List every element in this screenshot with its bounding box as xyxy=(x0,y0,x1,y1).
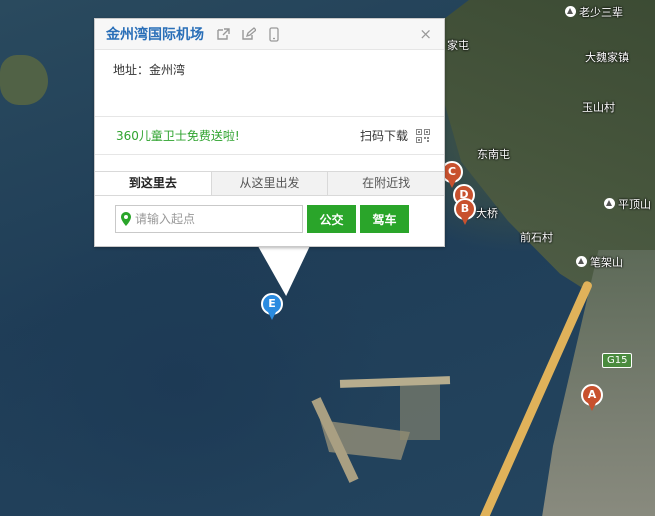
info-popup: 金州湾国际机场 × 地址：金州湾 360儿童卫士免费送啦! 扫码下载 到这里去 … xyxy=(94,18,445,247)
place-title[interactable]: 金州湾国际机场 xyxy=(106,24,204,44)
edit-icon[interactable] xyxy=(241,27,256,42)
map-label-poi[interactable]: 老少三辈 xyxy=(565,4,623,20)
highway-shield: G15 xyxy=(602,353,633,368)
mountain-icon xyxy=(565,6,576,17)
address-text: 地址：金州湾 xyxy=(113,63,186,77)
popup-header: 金州湾国际机场 × xyxy=(95,19,444,50)
location-pin-icon xyxy=(121,212,131,226)
tab-start-from-here[interactable]: 从这里出发 xyxy=(210,172,328,195)
route-tabs: 到这里去 从这里出发 在附近找 xyxy=(95,171,445,196)
qr-download-button[interactable]: 扫码下载 xyxy=(360,127,430,144)
tab-go-here[interactable]: 到这里去 xyxy=(95,172,211,195)
qr-download-label: 扫码下载 xyxy=(359,129,408,143)
map-label[interactable]: 东南屯 xyxy=(477,146,510,162)
promo-link[interactable]: 360儿童卫士免费送啦! xyxy=(116,127,240,144)
map-label[interactable]: 大魏家镇 xyxy=(585,49,629,65)
map-marker-e[interactable]: E xyxy=(261,293,283,320)
map-marker-b[interactable]: B xyxy=(454,198,476,225)
tab-search-nearby[interactable]: 在附近找 xyxy=(327,172,445,195)
map-label[interactable]: 大桥 xyxy=(476,205,498,221)
reclaimed-land xyxy=(400,380,440,440)
island xyxy=(0,55,48,105)
mountain-icon xyxy=(604,198,615,209)
bus-route-button[interactable]: 公交 xyxy=(307,205,356,233)
map-marker-a[interactable]: A xyxy=(581,384,603,411)
phone-icon[interactable] xyxy=(266,26,281,42)
map-label[interactable]: 玉山村 xyxy=(582,99,615,115)
map-label-poi[interactable]: 平顶山 xyxy=(604,196,651,212)
drive-route-button[interactable]: 驾车 xyxy=(360,205,409,233)
popup-address-area: 地址：金州湾 xyxy=(95,50,444,117)
map-label-poi[interactable]: 笔架山 xyxy=(576,254,623,270)
route-form: 公交 驾车 xyxy=(95,196,444,233)
close-icon[interactable]: × xyxy=(419,26,432,42)
map-label[interactable]: 家屯 xyxy=(447,37,469,53)
mountain-icon xyxy=(576,256,587,267)
start-point-input[interactable] xyxy=(135,212,295,226)
qr-code-icon xyxy=(416,128,430,143)
map-label[interactable]: 前石村 xyxy=(520,229,553,245)
start-point-field[interactable] xyxy=(115,205,303,233)
promo-bar: 360儿童卫士免费送啦! 扫码下载 xyxy=(95,117,444,155)
share-icon[interactable] xyxy=(216,27,231,42)
land-area-southeast xyxy=(540,250,655,516)
